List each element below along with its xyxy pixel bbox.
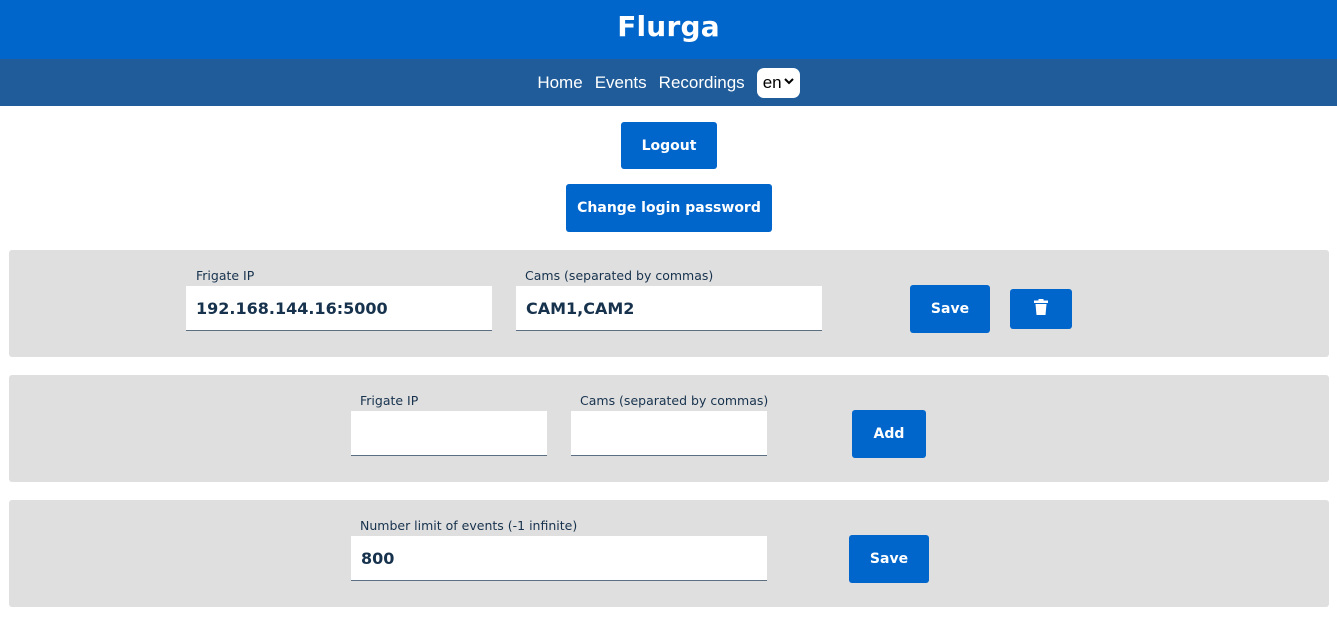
language-value: en	[762, 72, 782, 92]
nav-home-link[interactable]: Home	[537, 73, 582, 93]
events-limit-input[interactable]: 800	[351, 536, 767, 581]
frigate-ip-label: Frigate IP	[196, 268, 255, 283]
events-limit-panel: Number limit of events (-1 infinite) 800…	[9, 500, 1329, 607]
new-cams-input[interactable]	[571, 411, 767, 456]
logout-button[interactable]: Logout	[621, 122, 717, 169]
app-header: Flurga	[0, 0, 1337, 59]
save-events-limit-button[interactable]: Save	[849, 535, 929, 583]
new-frigate-ip-input[interactable]	[351, 411, 547, 456]
nav-recordings-link[interactable]: Recordings	[659, 73, 745, 93]
cams-label: Cams (separated by commas)	[525, 268, 714, 283]
cams-input[interactable]: CAM1,CAM2	[516, 286, 822, 331]
main-nav: Home Events Recordings en	[0, 59, 1337, 106]
trash-icon	[1034, 299, 1048, 319]
app-title: Flurga	[617, 10, 720, 43]
new-cams-label: Cams (separated by commas)	[580, 393, 769, 408]
chevron-down-icon	[783, 77, 794, 88]
language-select[interactable]: en	[756, 67, 800, 98]
events-limit-label: Number limit of events (-1 infinite)	[360, 518, 578, 533]
server-entry-panel: Frigate IP 192.168.144.16:5000 Cams (sep…	[9, 250, 1329, 357]
nav-events-link[interactable]: Events	[595, 73, 647, 93]
frigate-ip-input[interactable]: 192.168.144.16:5000	[186, 286, 492, 331]
new-frigate-ip-label: Frigate IP	[360, 393, 419, 408]
add-server-panel: Frigate IP Cams (separated by commas) Ad…	[9, 375, 1329, 482]
delete-server-button[interactable]	[1010, 289, 1072, 329]
save-server-button[interactable]: Save	[910, 285, 990, 333]
change-password-button[interactable]: Change login password	[566, 184, 772, 232]
add-server-button[interactable]: Add	[852, 410, 926, 458]
